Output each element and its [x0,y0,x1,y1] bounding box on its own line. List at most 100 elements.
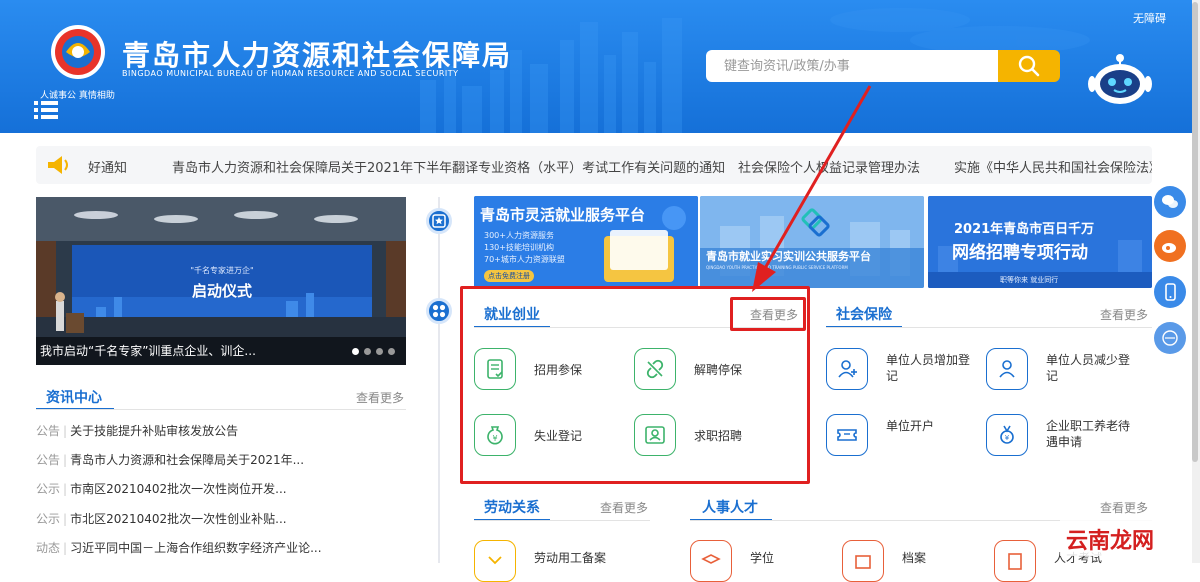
search-icon [1018,55,1040,77]
scrollbar-thumb[interactable] [1192,2,1198,462]
pension-apply-button[interactable]: ¥ [986,414,1028,456]
featured-node[interactable] [426,208,452,234]
promo-online-recruitment[interactable]: 2021年青岛市百日千万 网络招聘专项行动 职等你来 就业同行 [928,196,1152,288]
notice-item[interactable]: 社会保险个人权益记录管理办法 [738,157,920,176]
news-item[interactable]: 动态 | 习近平同中国－上海合作组织数字经济产业论... [36,537,406,555]
site-header: 人诚事公 真情相助 青岛市人力资源和社会保障局 BINGDAO MUNICIPA… [0,0,1200,133]
svg-text:"千名专家进万企": "千名专家进万企" [190,265,253,275]
services-node[interactable] [426,298,452,324]
news-category: 公示 [36,482,61,496]
carousel-dot[interactable] [388,348,395,355]
star-icon [432,214,446,228]
service-label[interactable]: 劳动用工备案 [534,550,606,566]
promo-title: 青岛市灵活就业服务平台 [480,206,646,224]
news-item[interactable]: 公示 | 市南区20210402批次一次性岗位开发... [36,478,406,496]
notice-item[interactable]: 青岛市人力资源和社会保障局关于2021年下半年翻译专业资格（水平）考试工作有关问… [172,157,725,176]
graduation-cap-icon [701,554,721,564]
promo-subtitle: QINGDAO YOUTH PRACTICE AND TRAINING PUBL… [706,265,848,270]
promo-flexible-employment[interactable]: 青岛市灵活就业服务平台 300+人力资源服务 130+技能培训机构 70+城市人… [474,196,698,288]
divider [36,409,406,410]
news-center-title[interactable]: 资讯中心 [46,387,102,407]
separator: | [63,482,68,496]
social-more-link[interactable]: 查看更多 [1100,306,1148,323]
promo-title: 网络招聘专项行动 [952,243,1088,263]
robot-assistant-icon[interactable] [1086,48,1154,108]
promo-title: 2021年青岛市百日千万 [954,222,1095,237]
news-category: 公告 [36,424,61,438]
carousel-dot[interactable] [364,348,371,355]
carousel-caption-bar: 我市启动“千名专家”训重点企业、训企... [36,337,406,365]
notice-item[interactable]: 实施《中华人民共和国社会保险法》 [954,157,1152,176]
slide-headline: 启动仪式 [192,282,252,300]
talent-more-link[interactable]: 查看更多 [1100,499,1148,516]
carousel-caption[interactable]: 我市启动“千名专家”训重点企业、训企... [40,342,256,359]
archive-service-button[interactable] [842,540,884,582]
platform-icon [1162,330,1178,346]
news-carousel[interactable]: "千名专家进万企" 启动仪式 我市启动“千名专家”训重点企业、训企... [36,197,406,365]
search-input[interactable] [706,50,998,82]
news-category: 公告 [36,453,61,467]
annotation-highlight-more [730,297,806,331]
service-label[interactable]: 单位人员增加登记 [886,352,972,384]
notice-ticker: 好通知 青岛市人力资源和社会保障局关于2021年下半年翻译专业资格（水平）考试工… [36,146,1152,184]
unit-account-open-button[interactable] [826,414,868,456]
site-subtitle: BINGDAO MUNICIPAL BUREAU OF HUMAN RESOUR… [122,69,459,78]
separator: | [63,424,68,438]
check-shield-icon [488,556,502,565]
service-label[interactable]: 单位人员减少登记 [1046,352,1136,384]
search-button[interactable] [998,50,1060,82]
bureau-logo[interactable] [44,22,112,86]
weibo-icon [1162,243,1176,253]
notice-item[interactable]: 好通知 [88,157,127,176]
ticket-icon [837,429,857,441]
page-scrollbar[interactable] [1192,0,1200,563]
service-platform-button[interactable] [1154,322,1186,354]
service-label[interactable]: 企业职工养老待遇申请 [1046,418,1138,450]
news-title: 关于技能提升补贴审核发放公告 [70,424,239,438]
wechat-button[interactable] [1154,186,1186,218]
news-title: 市北区20210402批次一次性创业补贴... [70,512,287,526]
accessibility-link[interactable]: 无障碍 [1133,10,1166,26]
labor-relations-tab[interactable]: 劳动关系 [484,497,540,517]
divider [474,520,650,521]
news-item[interactable]: 公示 | 市北区20210402批次一次性创业补贴... [36,508,406,526]
service-label[interactable]: 单位开户 [886,418,934,434]
site-title[interactable]: 青岛市人力资源和社会保障局 [122,34,512,74]
user-add-icon [838,360,857,378]
user-remove-icon [999,360,1015,378]
divider [826,327,1152,328]
personnel-talent-tab[interactable]: 人事人才 [702,497,758,517]
timeline-line [438,197,440,563]
news-category: 公示 [36,512,61,526]
weibo-button[interactable] [1154,230,1186,262]
source-watermark: 云南龙网 [1060,520,1180,556]
news-title: 青岛市人力资源和社会保障局关于2021年... [70,453,305,467]
talent-exam-button[interactable] [994,540,1036,582]
promo-internship-platform[interactable]: 青岛市就业实习实训公共服务平台 QINGDAO YOUTH PRACTICE A… [700,196,924,288]
promo-cta[interactable]: 点击免费注册 [484,270,534,282]
add-staff-register-button[interactable] [826,348,868,390]
separator: | [63,512,68,526]
grid-icon [432,304,446,318]
separator: | [63,453,68,467]
promo-subtitle: 职等你来 就业同行 [1000,276,1059,284]
service-label[interactable]: 学位 [750,550,774,566]
labor-more-link[interactable]: 查看更多 [600,499,648,516]
news-item[interactable]: 公告 | 关于技能提升补贴审核发放公告 [36,420,406,438]
labor-service-button[interactable] [474,540,516,582]
news-more-link[interactable]: 查看更多 [356,389,404,406]
reduce-staff-register-button[interactable] [986,348,1028,390]
carousel-dot[interactable] [376,348,383,355]
mobile-icon [1165,283,1176,301]
promo-line: 130+技能培训机构 [484,243,554,252]
news-title: 习近平同中国－上海合作组织数字经济产业论... [70,541,322,555]
separator: | [63,541,68,555]
carousel-dot[interactable] [352,348,359,355]
menu-icon[interactable] [34,100,58,120]
social-insurance-tab[interactable]: 社会保险 [836,304,892,324]
service-label[interactable]: 档案 [902,550,926,566]
news-item[interactable]: 公告 | 青岛市人力资源和社会保障局关于2021年... [36,449,406,467]
mobile-app-button[interactable] [1154,276,1186,308]
promo-title: 青岛市就业实习实训公共服务平台 [706,250,871,263]
degree-service-button[interactable] [690,540,732,582]
